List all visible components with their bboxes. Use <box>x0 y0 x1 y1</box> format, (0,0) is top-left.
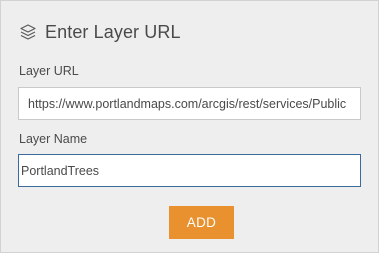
panel-title: Enter Layer URL <box>45 21 181 42</box>
layer-url-input[interactable] <box>18 87 361 120</box>
enter-layer-url-panel: Enter Layer URL Layer URL Layer Name ADD <box>0 0 379 253</box>
layer-name-label: Layer Name <box>19 132 88 146</box>
panel-header: Enter Layer URL <box>19 19 181 45</box>
layers-icon <box>19 23 37 41</box>
layer-name-input[interactable] <box>18 154 361 187</box>
add-button[interactable]: ADD <box>169 206 234 239</box>
layer-url-label: Layer URL <box>19 64 79 78</box>
